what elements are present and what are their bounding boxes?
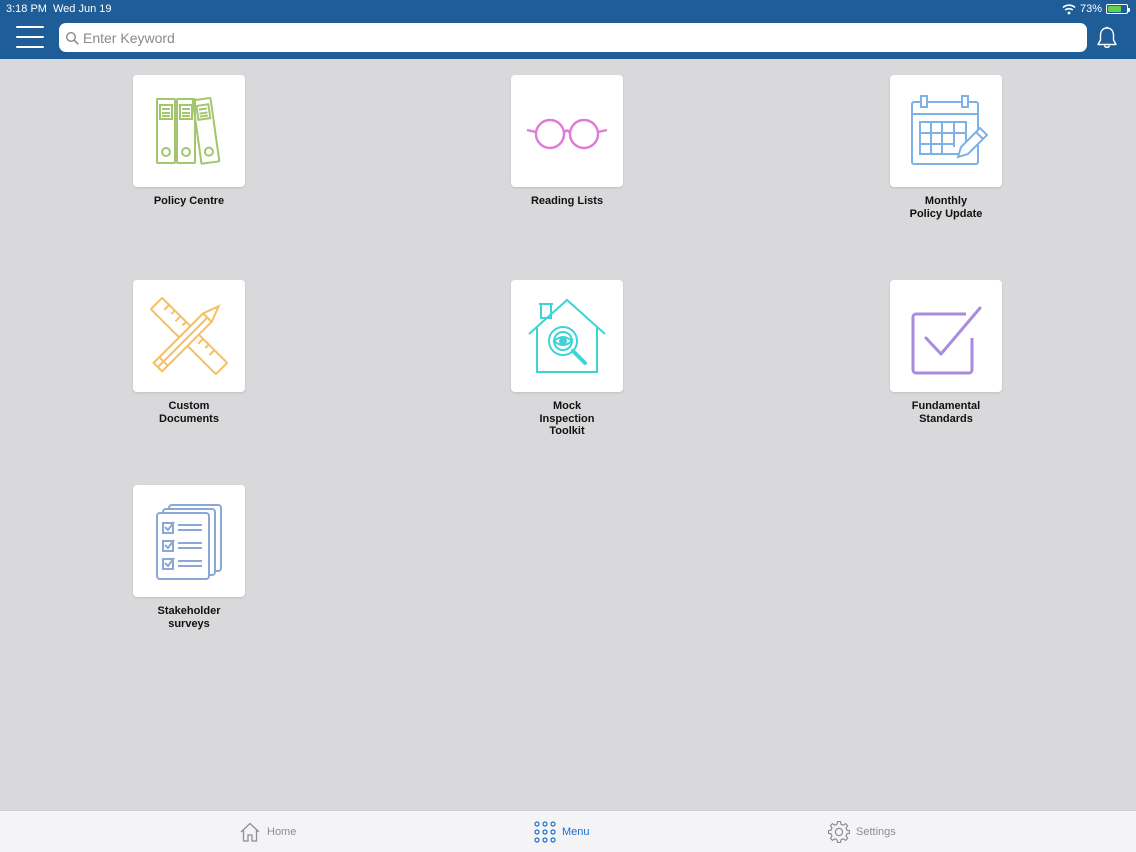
house-icon (240, 822, 260, 842)
checkbox-icon (911, 306, 982, 375)
hamburger-menu-icon-bar (16, 46, 44, 48)
bell-icon[interactable] (1094, 25, 1120, 51)
tab-label: Menu (562, 826, 590, 838)
tile-label: Stakeholder surveys (157, 605, 221, 630)
search-input[interactable] (83, 23, 1087, 52)
grid-dots-icon (534, 821, 556, 843)
battery-percentage: 73% (1079, 3, 1102, 15)
battery-fill (1108, 6, 1122, 12)
status-time: 3:18 PM (6, 3, 47, 15)
tile-label: Mock Inspection Toolkit (539, 400, 595, 437)
tile-icon-box (133, 280, 245, 392)
menu-grid: Policy Centre Reading Lists Monthly Poli… (0, 59, 1136, 810)
tab-label: Settings (856, 826, 896, 838)
tile-label: Custom Documents (159, 400, 219, 425)
tab-home[interactable]: Home (239, 811, 296, 852)
tile-icon-box (511, 280, 623, 392)
tab-menu[interactable]: Menu (534, 811, 590, 852)
tile-label: Monthly Policy Update (909, 195, 983, 220)
status-date: Wed Jun 19 (53, 3, 112, 15)
survey-checklist-icon (156, 504, 222, 580)
tile-icon-box (890, 280, 1002, 392)
tile-label: Reading Lists (530, 195, 604, 207)
binders-icon (156, 97, 221, 165)
tab-label: Home (267, 826, 297, 838)
tile-icon-box (133, 485, 245, 597)
tile-label: Fundamental Standards (911, 400, 981, 425)
tile-label: Policy Centre (153, 195, 225, 207)
battery-icon (1106, 4, 1130, 14)
top-bar: 3:18 PM Wed Jun 19 73% (0, 0, 1136, 59)
menu-button[interactable] (16, 26, 44, 48)
calendar-edit-icon (911, 95, 988, 165)
tab-settings[interactable]: Settings (828, 811, 896, 852)
glasses-icon (526, 118, 608, 150)
search-box[interactable] (59, 23, 1087, 52)
house-inspection-icon (528, 298, 606, 373)
hamburger-menu-icon-bar (16, 26, 44, 28)
search-icon (65, 31, 79, 45)
ruler-pencil-icon (150, 297, 228, 375)
tile-icon-box (133, 75, 245, 187)
status-indicators: 73% (1062, 2, 1130, 16)
hamburger-menu-icon-bar (16, 36, 44, 38)
gear-icon (828, 821, 850, 843)
bottom-tab-bar: Home Menu Settings (0, 810, 1136, 852)
tile-icon-box (511, 75, 623, 187)
wifi-icon (1062, 4, 1076, 15)
tile-icon-box (890, 75, 1002, 187)
